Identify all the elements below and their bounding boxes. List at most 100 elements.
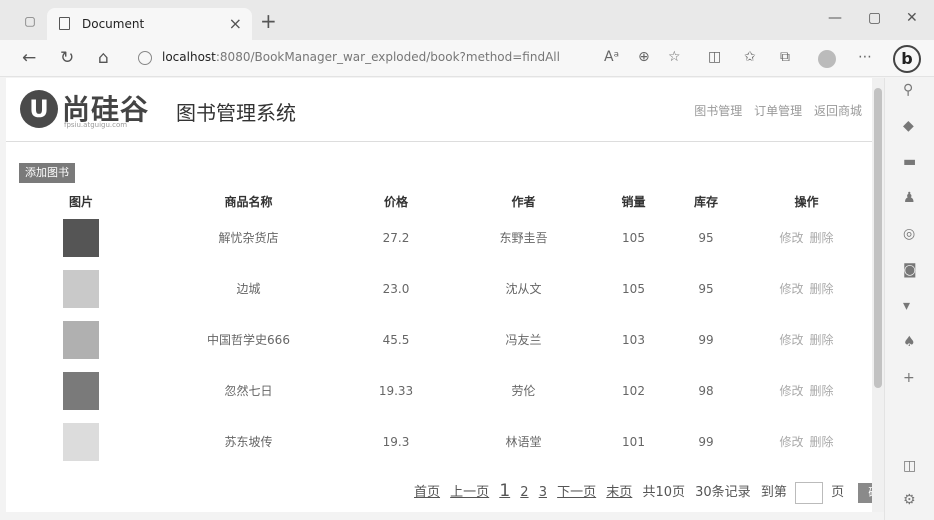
book-sales: 105 [622, 230, 645, 245]
favorites-icon[interactable]: ✩ [744, 49, 756, 65]
book-stock: 95 [698, 230, 714, 245]
book-author: 林语堂 [505, 435, 542, 449]
search-icon[interactable]: ⚲ [903, 82, 913, 98]
book-stock: 98 [698, 383, 714, 398]
table-row: 边城 23.0 沈从文 105 95 修改 删除 [6, 263, 872, 314]
confirm-button[interactable]: 确定 [858, 482, 872, 503]
close-tab-icon[interactable]: × [229, 14, 242, 33]
split-screen-icon[interactable]: ◫ [708, 49, 721, 65]
page-number-input[interactable] [794, 481, 823, 504]
page-title: 图书管理系统 [176, 101, 296, 125]
book-name: 苏东坡传 [224, 435, 273, 449]
book-cover-image [63, 218, 99, 257]
book-author: 沈从文 [505, 282, 542, 296]
logo-subtext: fpsiu.atguigu.com [64, 121, 128, 129]
book-cover-image [63, 320, 99, 359]
zoom-icon[interactable]: ⊕ [638, 49, 650, 65]
tag-icon[interactable]: ◆ [903, 118, 914, 134]
home-icon[interactable]: ⌂ [98, 48, 109, 68]
book-author: 东野圭吾 [499, 231, 548, 245]
minimize-icon[interactable]: — [828, 10, 842, 26]
total-pages: 共10页 [642, 485, 685, 500]
new-tab-icon[interactable]: + [260, 9, 277, 33]
book-name: 忽然七日 [224, 384, 273, 398]
col-price: 价格 [383, 194, 408, 209]
delete-link[interactable]: 删除 [810, 435, 834, 449]
book-price: 23.0 [382, 281, 410, 296]
page-icon [59, 17, 70, 30]
edit-link[interactable]: 修改 [779, 282, 803, 296]
page-link-2[interactable]: 2 [520, 485, 528, 500]
book-sales: 101 [622, 434, 645, 449]
favorite-icon[interactable]: ☆ [668, 49, 681, 65]
edit-link[interactable]: 修改 [779, 435, 803, 449]
delete-link[interactable]: 删除 [810, 384, 834, 398]
more-icon[interactable]: ⋯ [858, 49, 872, 65]
delete-link[interactable]: 删除 [810, 231, 834, 245]
page-link-3[interactable]: 3 [539, 485, 547, 500]
book-name: 边城 [236, 282, 261, 296]
page-link-1[interactable]: 1 [499, 481, 510, 501]
collections-icon[interactable]: ⧉ [780, 49, 790, 65]
profile-icon[interactable] [818, 50, 836, 68]
shopping-icon[interactable]: ▾ [903, 298, 910, 314]
settings-icon[interactable]: ⚙ [903, 492, 916, 508]
workspaces-icon[interactable]: ▢ [22, 14, 38, 28]
first-page-link[interactable]: 首页 [414, 485, 440, 500]
refresh-icon[interactable]: ↻ [60, 48, 74, 68]
book-sales: 103 [622, 332, 645, 347]
scrollbar-thumb[interactable] [874, 88, 882, 388]
edit-link[interactable]: 修改 [779, 384, 803, 398]
tab-strip: ▢ Document × + — ▢ ✕ [0, 0, 934, 40]
table-row: 解忧杂货店 27.2 东野圭吾 105 95 修改 删除 [6, 212, 872, 263]
delete-link[interactable]: 删除 [810, 282, 834, 296]
maximize-icon[interactable]: ▢ [868, 10, 881, 26]
nav-book-manage[interactable]: 图书管理 [694, 104, 742, 118]
read-aloud-icon[interactable]: Aᵃ [604, 49, 619, 65]
page-scrollbar[interactable] [872, 78, 884, 512]
table-row: 中国哲学史666 45.5 冯友兰 103 99 修改 删除 [6, 314, 872, 365]
col-image: 图片 [68, 194, 93, 209]
outlook-icon[interactable]: ◙ [903, 262, 917, 278]
address-bar-row: ← ↻ ⌂ localhost:8080/BookManager_war_exp… [0, 40, 934, 77]
book-price: 27.2 [382, 230, 410, 245]
page-content: U 尚硅谷 fpsiu.atguigu.com 图书管理系统 图书管理 订单管理… [6, 78, 872, 512]
book-cover-image [63, 269, 99, 308]
add-icon[interactable]: + [903, 370, 915, 386]
col-name: 商品名称 [224, 194, 273, 209]
book-stock: 95 [698, 281, 714, 296]
page-header: U 尚硅谷 fpsiu.atguigu.com 图书管理系统 图书管理 订单管理… [6, 78, 872, 142]
site-info-icon[interactable] [138, 51, 152, 65]
games-icon[interactable]: ♠ [903, 334, 916, 350]
office-icon[interactable]: ◎ [903, 226, 915, 242]
toolbox-icon[interactable]: ▬ [903, 154, 916, 170]
address-input[interactable]: localhost:8080/BookManager_war_exploded/… [162, 50, 560, 64]
header-nav: 图书管理 订单管理 返回商城 [686, 102, 862, 119]
last-page-link[interactable]: 末页 [606, 485, 632, 500]
book-sales: 102 [622, 383, 645, 398]
book-cover-image [63, 371, 99, 410]
close-window-icon[interactable]: ✕ [906, 10, 918, 26]
table-row: 忽然七日 19.33 劳伦 102 98 修改 删除 [6, 365, 872, 416]
book-author: 冯友兰 [505, 333, 542, 347]
sidebar-toggle-icon[interactable]: ◫ [903, 458, 916, 474]
edit-link[interactable]: 修改 [779, 231, 803, 245]
book-price: 19.3 [382, 434, 410, 449]
col-sales: 销量 [621, 194, 646, 209]
back-icon[interactable]: ← [22, 48, 36, 68]
next-page-link[interactable]: 下一页 [557, 485, 596, 500]
book-sales: 105 [622, 281, 645, 296]
total-records: 30条记录 [695, 485, 751, 500]
add-book-button[interactable]: 添加图书 [19, 163, 75, 183]
goto-label: 到第 [760, 485, 787, 500]
edit-link[interactable]: 修改 [779, 333, 803, 347]
browser-tab[interactable]: Document × [47, 8, 252, 40]
book-stock: 99 [698, 332, 714, 347]
nav-order-manage[interactable]: 订单管理 [754, 104, 802, 118]
people-icon[interactable]: ♟ [903, 190, 916, 206]
pagination: 首页 上一页 1 2 3 下一页 末页 共10页 30条记录 到第 页 确定 [414, 481, 872, 504]
nav-back-to-store[interactable]: 返回商城 [814, 104, 862, 118]
bing-icon[interactable]: b [893, 45, 921, 73]
delete-link[interactable]: 删除 [810, 333, 834, 347]
prev-page-link[interactable]: 上一页 [450, 485, 489, 500]
